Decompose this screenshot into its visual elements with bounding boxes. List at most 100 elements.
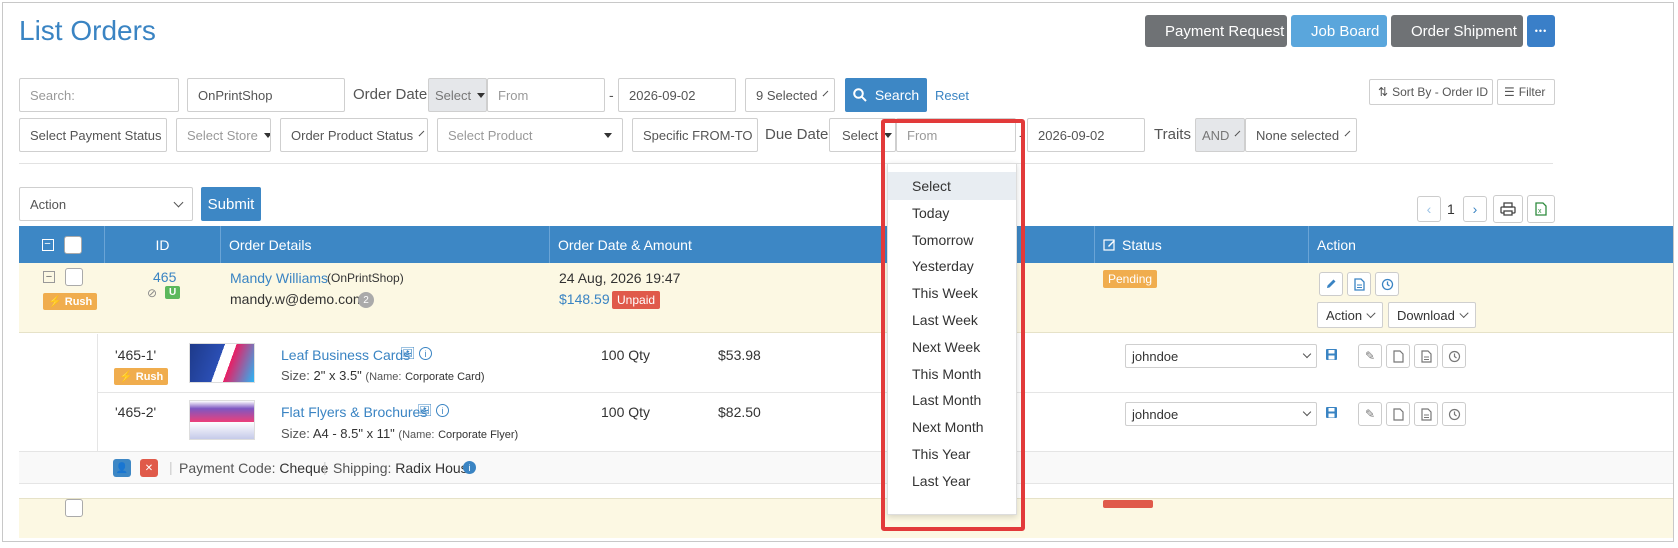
sort-by-label: Sort By - Order ID [1392, 85, 1489, 99]
specific-from-to-select[interactable]: Specific FROM-TO [632, 118, 758, 152]
status-multiselect[interactable]: 9 Selected [745, 78, 835, 112]
table-header: − ID Order Details Order Date & Amount S… [19, 226, 1673, 263]
save-assignee-button[interactable] [1325, 348, 1338, 364]
customer-name-link[interactable]: Mandy Williams [230, 270, 328, 286]
search-input[interactable]: Search: [19, 78, 179, 112]
chevron-down-icon [1459, 308, 1469, 318]
search-icon [853, 88, 867, 102]
order-status-badge[interactable]: Pending [1103, 270, 1158, 288]
item-edit-button[interactable]: ✎ [1358, 402, 1382, 426]
specific-from-to-value: Specific FROM-TO [643, 127, 753, 143]
item-name-link[interactable]: Flat Flyers & Brochures [281, 404, 427, 420]
item-thumbnail[interactable] [189, 343, 255, 383]
item-assignee-select[interactable]: johndoe [1125, 344, 1317, 368]
next-order-row[interactable] [19, 498, 1673, 538]
chevron-down-icon [418, 130, 425, 136]
order-product-status-select[interactable]: Order Product Status [280, 118, 428, 152]
sort-by-button[interactable]: ⇅ Sort By - Order ID [1369, 79, 1493, 105]
store-input[interactable]: OnPrintShop [187, 78, 345, 112]
order-action-label: Action [1326, 307, 1363, 323]
order-download-menu[interactable]: Download [1388, 302, 1476, 328]
item-document-button[interactable] [1414, 402, 1438, 426]
print-button[interactable] [1493, 195, 1523, 223]
payment-request-button[interactable]: Payment Request [1145, 15, 1287, 47]
item-size-value: A4 - 8.5" x 11" [312, 426, 395, 441]
history-icon [1448, 350, 1460, 362]
collapse-order-icon[interactable]: − [43, 271, 55, 283]
order-action-menu[interactable]: Action [1317, 302, 1383, 328]
next-order-checkbox[interactable] [65, 499, 83, 517]
collapse-all-icon[interactable]: − [41, 238, 54, 251]
edit-order-button[interactable] [1319, 272, 1343, 296]
header-id[interactable]: ID [105, 226, 221, 263]
header-status[interactable]: Status [1095, 226, 1309, 263]
caret-down-icon [604, 132, 612, 138]
item-name-link[interactable]: Leaf Business Cards [281, 347, 410, 363]
prev-page-button[interactable]: ‹ [1417, 196, 1441, 222]
image-icon[interactable]: 🖼 [417, 403, 432, 417]
shipping-info-icon[interactable]: i [463, 461, 476, 474]
status-multiselect-value: 9 Selected [756, 87, 818, 103]
payment-status-select[interactable]: Select Payment Status [19, 118, 167, 152]
filter-label: Filter [1518, 85, 1546, 99]
item-size-label: Size: [281, 426, 310, 441]
item-rush-badge: ⚡ Rush [114, 368, 169, 385]
filter-icon: ☰ [1504, 85, 1515, 99]
header-order-details[interactable]: Order Details [221, 226, 550, 263]
history-button[interactable] [1375, 272, 1399, 296]
job-board-button[interactable]: Job Board [1291, 15, 1387, 47]
order-shipment-button[interactable]: Order Shipment [1391, 15, 1523, 47]
item-history-button[interactable] [1442, 402, 1466, 426]
order-id-link[interactable]: 465 [153, 269, 176, 285]
file-icon [1392, 407, 1404, 421]
order-date-range-select[interactable]: Select [428, 78, 487, 112]
item-thumbnail[interactable] [189, 400, 255, 440]
item-history-button[interactable] [1442, 344, 1466, 368]
sort-icon: ⇅ [1378, 85, 1389, 99]
item-document-button[interactable] [1414, 344, 1438, 368]
chevron-down-icon [173, 197, 184, 207]
footer-separator: | [323, 459, 327, 475]
select-all-checkbox[interactable] [63, 235, 82, 254]
reset-link[interactable]: Reset [935, 88, 969, 103]
order-checkbox[interactable] [65, 268, 83, 286]
filter-button[interactable]: ☰ Filter [1497, 79, 1555, 105]
invoice-button[interactable] [1347, 272, 1371, 296]
item-edit-button[interactable]: ✎ [1358, 344, 1382, 368]
delete-order-icon[interactable]: ✕ [140, 459, 158, 477]
info-icon[interactable]: i [436, 404, 449, 417]
document-icon [1420, 407, 1432, 421]
header-select-cell: − [19, 226, 105, 263]
info-icon[interactable]: i [419, 347, 432, 360]
more-options-button[interactable]: ••• [1527, 15, 1555, 47]
item-file-button[interactable] [1386, 344, 1410, 368]
item-id: '465-2' [115, 404, 157, 420]
save-assignee-button[interactable] [1325, 406, 1338, 422]
item-assignee-value: johndoe [1132, 348, 1179, 364]
order-date-from-input[interactable]: From [487, 78, 605, 112]
chevron-down-icon [1302, 407, 1312, 417]
product-select[interactable]: Select Product [437, 118, 623, 152]
traits-logic-select[interactable]: AND [1195, 118, 1245, 152]
search-button[interactable]: Search [845, 78, 927, 112]
item-assignee-select[interactable]: johndoe [1125, 402, 1317, 426]
due-date-to-input[interactable]: 2026-09-02 [1027, 118, 1145, 152]
traits-multiselect[interactable]: None selected [1245, 118, 1357, 152]
export-excel-button[interactable]: x [1527, 195, 1555, 223]
chevron-down-icon [1366, 308, 1376, 318]
footer-separator: | [169, 459, 173, 475]
bulk-action-select[interactable]: Action [19, 187, 193, 221]
order-date-to-input[interactable]: 2026-09-02 [618, 78, 736, 112]
item-assignee-value: johndoe [1132, 406, 1179, 422]
payment-code: Payment Code: Cheque [179, 460, 328, 476]
item-file-button[interactable] [1386, 402, 1410, 426]
submit-button[interactable]: Submit [201, 187, 261, 221]
next-page-button[interactable]: › [1463, 196, 1487, 222]
document-icon [1353, 277, 1365, 291]
assign-user-icon[interactable]: 👤 [113, 459, 131, 477]
floppy-disk-icon [1326, 349, 1337, 360]
image-icon[interactable]: 🖼 [400, 346, 415, 360]
order-date-select-value: Select [435, 87, 472, 103]
order-amount[interactable]: $148.59 [559, 291, 610, 307]
store-select[interactable]: Select Store [176, 118, 271, 152]
